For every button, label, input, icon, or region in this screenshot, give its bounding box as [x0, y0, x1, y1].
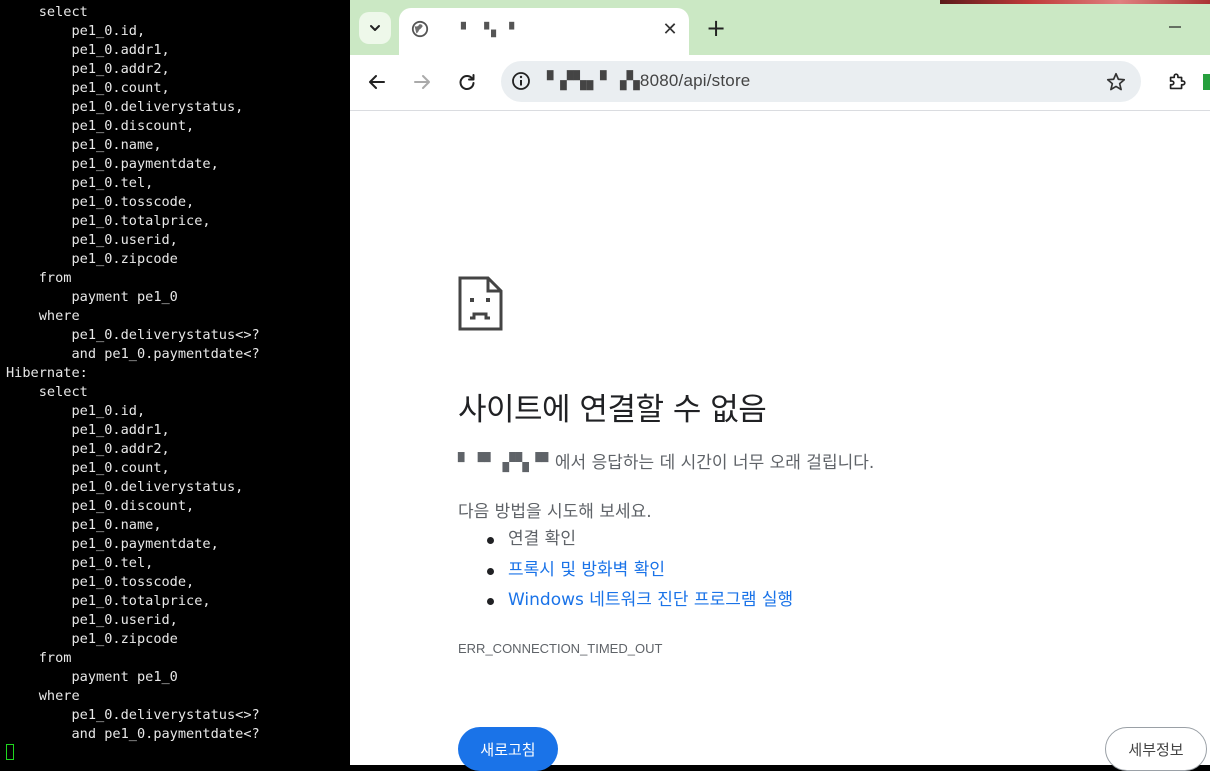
chevron-down-icon — [370, 25, 380, 31]
terminal-line: pe1_0.count, — [6, 460, 170, 476]
error-description: ▘▝▘ ▞▚▝▘에서 응답하는 데 시간이 너무 오래 걸립니다. — [458, 453, 875, 473]
bookmark-star-icon[interactable] — [1105, 71, 1127, 93]
terminal-line: pe1_0.zipcode — [6, 631, 178, 647]
terminal-line: from — [6, 270, 72, 286]
reload-page-button[interactable]: 새로고침 — [458, 727, 558, 771]
details-button[interactable]: 세부정보 — [1105, 727, 1207, 771]
suggestion-check-connection: 연결 확인 — [486, 524, 793, 555]
sad-page-icon — [458, 276, 503, 331]
minimize-button[interactable] — [1160, 12, 1190, 42]
terminal-line: select — [6, 384, 88, 400]
error-code: ERR_CONNECTION_TIMED_OUT — [458, 641, 663, 656]
terminal-line: pe1_0.totalprice, — [6, 213, 211, 229]
terminal-line: Hibernate: — [6, 365, 88, 381]
site-info-button[interactable] — [510, 70, 532, 92]
url-text[interactable]: ▘▞▚▖▘▗▚8080/api/store — [547, 71, 750, 91]
terminal-line: pe1_0.count, — [6, 80, 170, 96]
terminal-line: pe1_0.id, — [6, 23, 146, 39]
terminal-line: and pe1_0.paymentdate<? — [6, 726, 260, 742]
minimize-icon — [1169, 26, 1181, 28]
info-icon — [512, 72, 530, 90]
terminal-line: pe1_0.deliverystatus<>? — [6, 327, 260, 343]
terminal-line: and pe1_0.paymentdate<? — [6, 346, 260, 362]
terminal-line: pe1_0.addr1, — [6, 422, 170, 438]
tab-search-button[interactable] — [359, 12, 391, 44]
terminal-line: pe1_0.deliverystatus<>? — [6, 707, 260, 723]
profile-accent — [1203, 74, 1210, 90]
forward-arrow-icon — [414, 75, 430, 89]
terminal-line: pe1_0.discount, — [6, 498, 195, 514]
suggestion-proxy-firewall-link[interactable]: 프록시 및 방화벽 확인 — [486, 555, 793, 586]
reload-icon — [459, 74, 475, 90]
extensions-button[interactable] — [1162, 67, 1192, 97]
terminal-line: pe1_0.tosscode, — [6, 194, 195, 210]
terminal-line: pe1_0.deliverystatus, — [6, 99, 244, 115]
terminal-line: pe1_0.name, — [6, 137, 162, 153]
close-tab-icon[interactable]: ✕ — [659, 18, 681, 40]
tab-strip: ▘ ▝▖ ▘ ✕ + — [350, 0, 1210, 55]
terminal-line: pe1_0.id, — [6, 403, 146, 419]
forward-button[interactable] — [407, 67, 437, 97]
terminal-line: pe1_0.name, — [6, 517, 162, 533]
terminal-line: pe1_0.tel, — [6, 555, 154, 571]
browser-toolbar: ▘▞▚▖▘▗▚8080/api/store — [350, 55, 1210, 111]
terminal-line: payment pe1_0 — [6, 669, 178, 685]
terminal-line: where — [6, 688, 80, 704]
terminal-line: from — [6, 650, 72, 666]
terminal-output: select pe1_0.id, pe1_0.addr1, pe1_0.addr… — [0, 0, 350, 763]
error-title: 사이트에 연결할 수 없음 — [458, 392, 767, 428]
terminal-line: pe1_0.tel, — [6, 175, 154, 191]
puzzle-piece-icon — [1169, 73, 1186, 90]
terminal-cursor — [6, 744, 14, 760]
terminal-window[interactable]: select pe1_0.id, pe1_0.addr1, pe1_0.addr… — [0, 0, 350, 765]
reload-button[interactable] — [452, 67, 482, 97]
desktop-background-strip — [940, 0, 1210, 4]
new-tab-button[interactable]: + — [702, 14, 730, 42]
browser-window: ▘ ▝▖ ▘ ✕ + ▘▞▚▖▘▗▚8080/api/store 사이트에 연결… — [350, 0, 1210, 771]
globe-icon — [411, 20, 429, 38]
terminal-line: pe1_0.userid, — [6, 232, 178, 248]
tab-title: ▘ ▝▖ ▘ — [461, 23, 522, 38]
terminal-line: pe1_0.addr2, — [6, 61, 170, 77]
suggestions-heading: 다음 방법을 시도해 보세요. — [458, 502, 652, 522]
suggestion-network-diagnostics-link[interactable]: Windows 네트워크 진단 프로그램 실행 — [486, 585, 793, 616]
back-arrow-icon — [369, 75, 385, 89]
terminal-line: payment pe1_0 — [6, 289, 178, 305]
terminal-line: pe1_0.totalprice, — [6, 593, 211, 609]
terminal-line: pe1_0.deliverystatus, — [6, 479, 244, 495]
terminal-line: pe1_0.paymentdate, — [6, 536, 219, 552]
error-page: 사이트에 연결할 수 없음 ▘▝▘ ▞▚▝▘에서 응답하는 데 시간이 너무 오… — [350, 111, 1210, 771]
terminal-line: pe1_0.tosscode, — [6, 574, 195, 590]
terminal-line: pe1_0.addr1, — [6, 42, 170, 58]
terminal-line: pe1_0.discount, — [6, 118, 195, 134]
back-button[interactable] — [362, 67, 392, 97]
address-bar[interactable]: ▘▞▚▖▘▗▚8080/api/store — [501, 61, 1141, 102]
terminal-line: pe1_0.addr2, — [6, 441, 170, 457]
active-tab[interactable]: ▘ ▝▖ ▘ ✕ — [399, 8, 689, 55]
terminal-line: select — [6, 4, 88, 20]
terminal-line: pe1_0.paymentdate, — [6, 156, 219, 172]
terminal-line: pe1_0.zipcode — [6, 251, 178, 267]
suggestions-list: 연결 확인 프록시 및 방화벽 확인 Windows 네트워크 진단 프로그램 … — [458, 524, 793, 616]
terminal-line: where — [6, 308, 80, 324]
terminal-line: pe1_0.userid, — [6, 612, 178, 628]
